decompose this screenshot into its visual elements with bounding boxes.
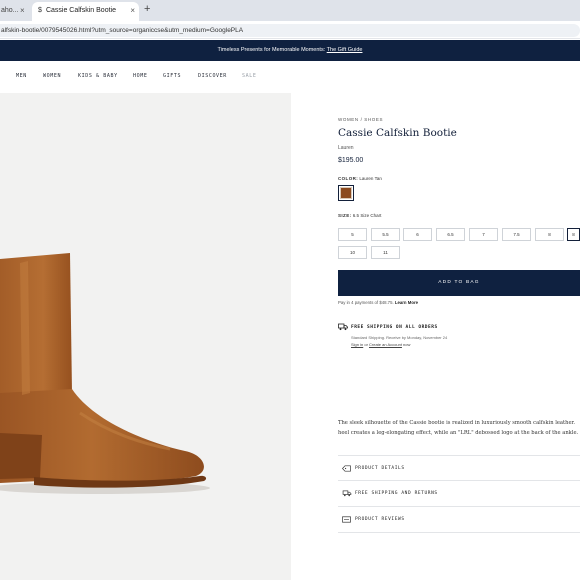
color-label-key: COLOR: <box>338 176 359 181</box>
shipping-subtitle: Standard Shipping. Receive by Monday, No… <box>351 335 448 340</box>
description-line: The sleek silhouette of the Cassie booti… <box>338 420 576 426</box>
size-option-selected[interactable]: 8 <box>567 228 580 241</box>
gift-guide-link[interactable]: The Gift Guide <box>327 47 363 53</box>
accordion-label: PRODUCT REVIEWS <box>355 517 405 522</box>
truck-icon <box>338 323 348 331</box>
nav-item-discover[interactable]: DISCOVER <box>198 73 227 79</box>
learn-more-link[interactable]: Learn More <box>395 300 418 305</box>
accordion-label: PRODUCT DETAILS <box>355 466 405 471</box>
accordion-shipping-returns[interactable]: FREE SHIPPING AND RETURNS <box>338 480 580 506</box>
size-label-key: SIZE: <box>338 213 352 218</box>
close-icon[interactable]: × <box>20 6 25 15</box>
main-nav: MEN WOMEN KIDS & BABY HOME GIFTS DISCOVE… <box>0 61 580 91</box>
installments-info: Pay in 4 payments of $48.75. Learn More <box>338 300 418 305</box>
shipping-title: FREE SHIPPING ON ALL ORDERS <box>351 325 438 330</box>
size-value: 6.5 <box>352 213 360 218</box>
product-title: Cassie Calfskin Bootie <box>338 127 457 139</box>
accordion-product-details[interactable]: PRODUCT DETAILS <box>338 455 580 481</box>
accordion-divider <box>338 532 580 533</box>
size-option[interactable]: 7 <box>469 228 498 241</box>
size-option[interactable]: 6.5 <box>436 228 465 241</box>
size-option[interactable]: 5.5 <box>371 228 400 241</box>
shipping-account-links: Sign in or Create an Account now <box>351 342 410 347</box>
boot-image <box>0 253 210 494</box>
links-suffix: now <box>401 342 411 347</box>
size-label: SIZE: 6.5 Size Chart <box>338 213 381 218</box>
color-label: COLOR: Lauren Tan <box>338 176 382 181</box>
product-brand: Lauren <box>338 145 354 151</box>
nav-item-women[interactable]: WOMEN <box>43 73 61 79</box>
favicon-icon: $ <box>38 7 42 14</box>
close-icon[interactable]: × <box>130 6 135 15</box>
browser-tab-active[interactable]: $ Cassie Calfskin Bootie × <box>32 2 139 21</box>
accordion-product-reviews[interactable]: PRODUCT REVIEWS <box>338 506 580 532</box>
review-icon <box>342 516 351 525</box>
size-option[interactable]: 8 <box>535 228 564 241</box>
browser-tab-inactive[interactable]: aho... × <box>0 2 30 21</box>
add-to-bag-button[interactable]: ADD TO BAG <box>338 270 580 296</box>
size-option[interactable]: 10 <box>338 246 367 259</box>
nav-item-men[interactable]: MEN <box>16 73 27 79</box>
tab-title: aho... <box>1 7 19 14</box>
product-description: The sleek silhouette of the Cassie booti… <box>338 418 580 438</box>
size-option[interactable]: 7.5 <box>502 228 531 241</box>
size-chart-link[interactable]: Size Chart <box>360 213 381 218</box>
color-value: Lauren Tan <box>359 176 382 181</box>
nav-item-gifts[interactable]: GIFTS <box>163 73 181 79</box>
installments-text: Pay in 4 payments of $48.75. <box>338 300 394 305</box>
color-swatch[interactable] <box>338 185 354 201</box>
size-option[interactable]: 6 <box>403 228 432 241</box>
breadcrumb[interactable]: WOMEN / SHOES <box>338 117 383 122</box>
new-tab-icon[interactable]: + <box>144 3 150 15</box>
color-swatch-fill <box>340 187 352 199</box>
promo-banner: Timeless Presents for Memorable Moments:… <box>0 40 580 61</box>
truck-icon <box>342 490 352 499</box>
size-option[interactable]: 5 <box>338 228 367 241</box>
nav-item-sale[interactable]: SALE <box>242 73 256 79</box>
product-image-panel[interactable] <box>0 93 291 580</box>
description-line: heel creates a leg-elongating effect, wh… <box>338 430 579 436</box>
nav-item-kids-baby[interactable]: KIDS & BABY <box>78 73 118 79</box>
size-option[interactable]: 11 <box>371 246 400 259</box>
browser-tab-bar: aho... × $ Cassie Calfskin Bootie × + <box>0 0 580 21</box>
promo-text: Timeless Presents for Memorable Moments: <box>217 47 326 53</box>
tab-title: Cassie Calfskin Bootie <box>45 7 116 14</box>
create-account-link[interactable]: Create an Account <box>369 342 402 347</box>
product-price: $195.00 <box>338 157 364 164</box>
sign-in-link[interactable]: Sign in <box>351 342 363 347</box>
address-bar: alfskin-bootie/0079545026.html?utm_sourc… <box>0 21 580 39</box>
nav-item-home[interactable]: HOME <box>133 73 147 79</box>
accordion-label: FREE SHIPPING AND RETURNS <box>355 491 438 496</box>
tag-icon <box>342 465 351 474</box>
url-field[interactable]: alfskin-bootie/0079545026.html?utm_sourc… <box>0 24 580 37</box>
